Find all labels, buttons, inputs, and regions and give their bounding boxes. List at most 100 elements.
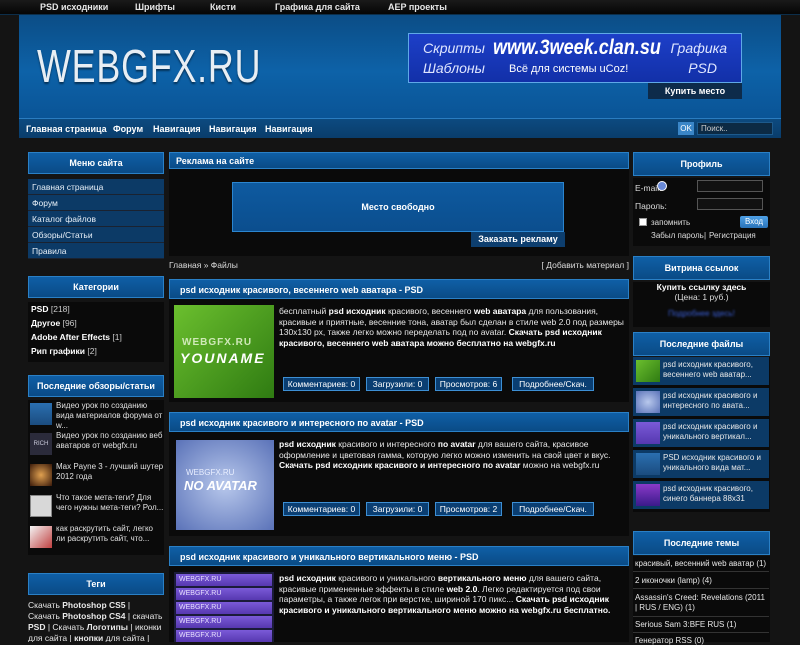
- banner-text: Шаблоны: [423, 60, 485, 76]
- site-logo[interactable]: WEBGFX.RU: [37, 39, 261, 93]
- main-nav-link[interactable]: Навигация: [153, 124, 201, 134]
- banner-url: www.3week.clan.su: [493, 36, 661, 59]
- description-text: Скачать psd исходник красивого и интерес…: [279, 460, 521, 470]
- top-nav-link[interactable]: Шрифты: [135, 2, 175, 12]
- menu-item[interactable]: Обзоры/Статьи: [28, 227, 164, 243]
- link-details[interactable]: Подробнее здесь!: [633, 309, 770, 318]
- downloads-button[interactable]: Загрузили: 0: [366, 377, 429, 391]
- theme-item[interactable]: Serious Sam 3:BFE RUS (1): [635, 620, 736, 629]
- description-text: psd исходник: [279, 573, 336, 583]
- banner-tagline: Всё для системы uCoz!: [509, 63, 629, 75]
- buy-place-button[interactable]: Купить место: [648, 83, 742, 99]
- details-button[interactable]: Подробнее/Скач.: [512, 377, 594, 391]
- login-button[interactable]: Вход: [740, 216, 768, 228]
- downloads-button[interactable]: Загрузили: 0: [366, 502, 429, 516]
- right-column: Профиль E-mail: Пароль: запомнить Вход З…: [633, 152, 770, 645]
- file-thumbnail[interactable]: WEBGFX.RU NO AVATAR: [176, 440, 274, 530]
- top-nav-link[interactable]: Кисти: [210, 2, 236, 12]
- comments-button[interactable]: Комментариев: 0: [283, 377, 360, 391]
- links-showcase: Купить ссылку здесь (Цена: 1 руб.) Подро…: [633, 282, 770, 327]
- tag-text: Photoshop CS5: [62, 600, 126, 610]
- top-nav: PSD исходники Шрифты Кисти Графика для с…: [0, 0, 800, 15]
- search-input[interactable]: Поиск..: [697, 122, 773, 135]
- main-nav-link[interactable]: Навигация: [209, 124, 257, 134]
- link-price: (Цена: 1 руб.): [674, 292, 729, 302]
- search-button[interactable]: OK: [678, 122, 694, 135]
- banner-text: Скрипты: [423, 40, 485, 56]
- main-nav-link[interactable]: Форум: [113, 124, 143, 134]
- review-item[interactable]: как раскрутить сайт, легко ли раскрутить…: [28, 524, 164, 554]
- review-item[interactable]: Max Payne 3 - лучший шутер 2012 года: [28, 462, 164, 492]
- latest-file-item[interactable]: psd исходник красивого, синего баннера 8…: [633, 481, 769, 509]
- tag-text: PSD: [28, 622, 46, 632]
- buy-link-text[interactable]: Купить ссылку здесь: [633, 282, 770, 292]
- file-title[interactable]: psd исходник красивого и интересного по …: [169, 412, 629, 432]
- comments-button[interactable]: Комментариев: 0: [283, 502, 360, 516]
- top-nav-link[interactable]: PSD исходники: [40, 2, 108, 12]
- top-nav-link[interactable]: Графика для сайта: [275, 2, 360, 12]
- file-title[interactable]: psd исходник красивого и уникального вер…: [169, 546, 629, 566]
- ad-section-title: Реклама на сайте: [169, 152, 629, 169]
- latest-file-item[interactable]: PSD исходник красивого и уникального вид…: [633, 450, 769, 478]
- description-text: красивого, весеннего: [385, 306, 474, 316]
- latest-themes-title: Последние темы: [633, 531, 770, 555]
- file-entry: psd исходник красивого и уникального вер…: [169, 546, 629, 642]
- theme-item[interactable]: Assassin's Creed: Revelations (2011 | RU…: [635, 593, 768, 613]
- breadcrumb[interactable]: Главная » Файлы: [169, 260, 238, 270]
- links-showcase-title: Витрина ссылок: [633, 256, 770, 280]
- main-nav-link[interactable]: Навигация: [265, 124, 313, 134]
- review-item[interactable]: RICH Видео урок по созданию веб аватаров…: [28, 431, 164, 461]
- menu-item[interactable]: Главная страница: [28, 179, 164, 195]
- top-nav-link[interactable]: AEP проекты: [388, 2, 447, 12]
- remember-label: запомнить: [651, 218, 691, 227]
- details-button[interactable]: Подробнее/Скач.: [512, 502, 594, 516]
- category-item[interactable]: Рип графики [2]: [28, 344, 164, 358]
- forgot-link[interactable]: Забыл пароль: [651, 231, 704, 240]
- menu-item[interactable]: Каталог файлов: [28, 211, 164, 227]
- ad-free-slot[interactable]: Место свободно: [232, 182, 564, 232]
- views-button[interactable]: Просмотров: 2: [435, 502, 502, 516]
- main-nav-link[interactable]: Главная страница: [26, 124, 107, 134]
- file-title[interactable]: psd исходник красивого, весеннего web ав…: [169, 279, 629, 299]
- login-form: E-mail: Пароль: запомнить Вход Забыл пар…: [633, 178, 770, 246]
- review-thumbnail: [30, 526, 52, 548]
- profile-title: Профиль: [633, 152, 770, 176]
- theme-item[interactable]: 2 иконочки (lamp) (4): [635, 576, 712, 585]
- latest-file-item[interactable]: psd исходник красивого и уникального вер…: [633, 419, 769, 447]
- latest-file-item[interactable]: psd исходник красивого, весеннего web ав…: [633, 357, 769, 385]
- left-column: Меню сайта Главная страница Форум Катало…: [28, 152, 164, 642]
- file-entry: psd исходник красивого, весеннего web ав…: [169, 279, 629, 402]
- category-item[interactable]: PSD [218]: [28, 302, 164, 316]
- latest-file-item[interactable]: psd исходник красивого и интересного по …: [633, 388, 769, 416]
- review-item[interactable]: Видео урок по созданию вида материалов ф…: [28, 401, 164, 431]
- file-description: psd исходник красивого и интересного по …: [279, 439, 624, 471]
- register-link[interactable]: Регистрация: [709, 231, 756, 240]
- add-material-link[interactable]: [ Добавить материал ]: [542, 260, 629, 270]
- file-thumbnail[interactable]: WEBGFX.RU YOUNAME: [174, 305, 274, 398]
- order-ad-button[interactable]: Заказать рекламу: [471, 232, 565, 247]
- password-field[interactable]: [697, 198, 763, 210]
- file-thumbnail[interactable]: WEBGFX.RU WEBGFX.RU WEBGFX.RU WEBGFX.RU …: [174, 572, 274, 642]
- tag-text: Логотипы: [86, 622, 129, 632]
- theme-item[interactable]: красивый, весенний web аватар (1): [635, 559, 766, 568]
- views-button[interactable]: Просмотров: 6: [435, 377, 502, 391]
- file-entry: psd исходник красивого и интересного по …: [169, 412, 629, 536]
- remember-checkbox[interactable]: [639, 218, 647, 226]
- category-item[interactable]: Adobe After Effects [1]: [28, 330, 164, 344]
- review-thumbnail: [30, 495, 52, 517]
- theme-item[interactable]: Генератор RSS (0): [635, 636, 704, 645]
- tags-title: Теги: [28, 573, 164, 595]
- ad-section: Реклама на сайте Место свободно Заказать…: [169, 152, 629, 256]
- banner-text: Графика: [670, 40, 727, 56]
- file-description: бесплатный psd исходник красивого, весен…: [279, 306, 624, 348]
- email-field[interactable]: [697, 180, 763, 192]
- ad-banner[interactable]: Скрипты Шаблоны www.3week.clan.su Всё дл…: [408, 33, 742, 83]
- latest-files-title: Последние файлы: [633, 332, 770, 356]
- menu-item[interactable]: Форум: [28, 195, 164, 211]
- tag-text: Скачать: [28, 600, 63, 610]
- review-item[interactable]: Что такое мета-теги? Для чего нужны мета…: [28, 493, 164, 523]
- menu-item[interactable]: Правила: [28, 243, 164, 259]
- file-thumbnail: [636, 453, 660, 475]
- description-text: красивого и уникального: [335, 573, 438, 583]
- category-item[interactable]: Другое [96]: [28, 316, 164, 330]
